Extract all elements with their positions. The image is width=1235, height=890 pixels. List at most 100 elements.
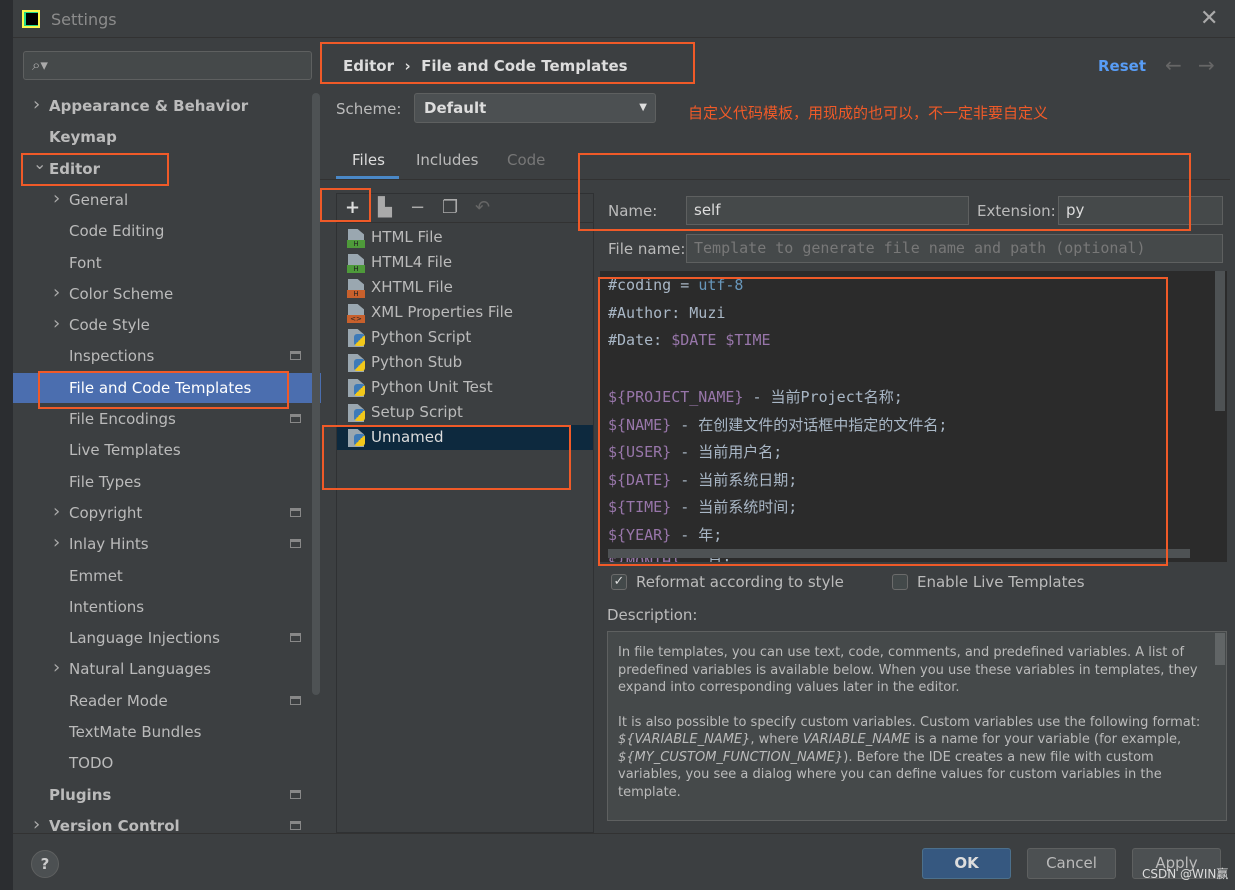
template-list-item[interactable]: Python Unit Test (337, 375, 593, 400)
sidebar-item-label: Emmet (69, 566, 123, 585)
chevron-right-icon[interactable]: › (33, 90, 40, 120)
template-list-item[interactable]: <> XML Properties File (337, 300, 593, 325)
live-templates-checkbox[interactable] (892, 574, 908, 590)
sidebar-item-label: Code Editing (69, 222, 165, 241)
template-list-item[interactable]: Unnamed (337, 425, 593, 450)
live-templates-label: Enable Live Templates (917, 573, 1085, 591)
copy-icon[interactable]: ❐ (442, 197, 458, 218)
sidebar-item-label: Color Scheme (69, 284, 174, 303)
description-scrollbar[interactable] (1215, 633, 1225, 665)
chevron-right-icon[interactable]: › (53, 309, 60, 339)
back-arrow-icon[interactable]: ← (1165, 53, 1182, 77)
divider (320, 179, 1230, 180)
forward-arrow-icon[interactable]: → (1198, 53, 1215, 77)
sidebar-item[interactable]: ⌄ Editor (13, 154, 321, 184)
extension-input[interactable]: py (1058, 196, 1223, 225)
chevron-right-icon[interactable]: › (53, 653, 60, 683)
sidebar-item[interactable]: File and Code Templates (13, 372, 321, 403)
ok-button[interactable]: OK (922, 848, 1011, 879)
sidebar-item[interactable]: › General (13, 185, 321, 215)
sidebar-item[interactable]: Plugins (13, 780, 321, 810)
code-token: ${NAME} (608, 415, 672, 434)
sidebar-item[interactable]: Keymap (13, 122, 321, 152)
pycharm-logo (22, 10, 40, 28)
breadcrumb-editor[interactable]: Editor (343, 57, 394, 75)
sidebar-item[interactable]: TextMate Bundles (13, 717, 321, 747)
sidebar-item[interactable]: › Color Scheme (13, 279, 321, 309)
template-label: Python Unit Test (371, 378, 493, 396)
template-list-item[interactable]: H HTML4 File (337, 250, 593, 275)
file-type-badge: <> (347, 315, 365, 323)
reformat-checkbox[interactable]: ✓ (611, 574, 627, 590)
chevron-right-icon[interactable]: › (53, 528, 60, 558)
sidebar-item-label: General (69, 190, 129, 209)
sidebar-item[interactable]: Emmet (13, 561, 321, 591)
template-list-item[interactable]: H HTML File (337, 225, 593, 250)
sidebar-item[interactable]: Live Templates (13, 435, 321, 465)
add-icon[interactable]: + (345, 197, 360, 218)
code-token: #coding = (608, 276, 699, 294)
sidebar-item-label: Copyright (69, 503, 143, 522)
chevron-down-icon[interactable]: ⌄ (33, 149, 46, 179)
sidebar-scrollbar[interactable] (312, 93, 320, 695)
help-button[interactable]: ? (31, 850, 59, 878)
code-line: ${PROJECT_NAME} - 当前Project名称; (608, 386, 903, 407)
sidebar-item-label: Language Injections (69, 629, 220, 648)
chevron-right-icon[interactable]: › (53, 278, 60, 308)
file-name-input[interactable]: Template to generate file name and path … (686, 234, 1223, 263)
search-icon: ⌕▾ (32, 56, 48, 74)
annotation-note: 自定义代码模板，用现成的也可以，不一定非要自定义 (688, 104, 1049, 122)
sidebar-item-label: Appearance & Behavior (49, 97, 249, 115)
sidebar-item[interactable]: › Copyright (13, 498, 321, 528)
sidebar-item[interactable]: Font (13, 248, 321, 278)
chevron-right-icon[interactable]: › (33, 810, 40, 840)
sidebar-item[interactable]: Code Editing (13, 216, 321, 246)
tab-files[interactable]: Files (352, 151, 385, 169)
code-token: ${YEAR} (608, 525, 672, 544)
tab-code[interactable]: Code (507, 151, 545, 169)
check-icon: ✓ (613, 574, 625, 589)
code-token: - 当前系统日期; (671, 470, 798, 489)
template-list-item[interactable]: Setup Script (337, 400, 593, 425)
add-child-icon[interactable]: ▙ (378, 197, 392, 218)
reformat-label: Reformat according to style (636, 573, 844, 591)
editor-horizontal-scrollbar[interactable] (608, 549, 1190, 558)
sidebar-item[interactable]: › Appearance & Behavior (13, 91, 321, 121)
sidebar-item-label: Editor (49, 159, 100, 178)
project-settings-icon (290, 695, 301, 705)
tab-includes[interactable]: Includes (416, 151, 478, 169)
editor-vertical-scrollbar[interactable] (1215, 271, 1225, 411)
sidebar-item[interactable]: File Types (13, 467, 321, 497)
sidebar-item[interactable]: › Version Control (13, 811, 321, 841)
scheme-dropdown[interactable]: Default ▼ (414, 93, 656, 123)
python-icon (354, 409, 365, 421)
project-settings-icon (290, 351, 301, 361)
settings-search-input[interactable]: ⌕▾ (23, 51, 312, 80)
sidebar-item[interactable]: File Encodings (13, 404, 321, 434)
sidebar-item[interactable]: › Natural Languages (13, 654, 321, 684)
template-list-item[interactable]: Python Script (337, 325, 593, 350)
sidebar-item-label: Inspections (69, 347, 155, 366)
remove-icon[interactable]: − (410, 197, 425, 218)
name-input[interactable]: self (686, 196, 969, 225)
sidebar-item[interactable]: Inspections (13, 341, 321, 371)
cancel-button[interactable]: Cancel (1027, 848, 1116, 879)
sidebar-item[interactable]: › Code Style (13, 310, 321, 340)
chevron-right-icon[interactable]: › (53, 497, 60, 527)
code-line: #Author: Muzi (608, 304, 725, 322)
sidebar-item[interactable]: Intentions (13, 592, 321, 622)
template-list-item[interactable]: H XHTML File (337, 275, 593, 300)
project-settings-icon (290, 414, 301, 423)
template-code-editor[interactable]: #coding = utf-8 #Author: Muzi #Date: $DATE… (600, 271, 1227, 562)
reset-button[interactable]: Reset (1098, 57, 1146, 75)
template-list-item[interactable]: Python Stub (337, 350, 593, 375)
code-line: ${TIME} - 当前系统时间; (608, 496, 797, 517)
template-label: XHTML File (371, 278, 453, 296)
chevron-right-icon[interactable]: › (53, 184, 60, 214)
close-icon[interactable]: ✕ (1200, 6, 1218, 31)
undo-icon[interactable]: ↶ (475, 197, 490, 218)
sidebar-item[interactable]: Reader Mode (13, 686, 321, 716)
sidebar-item[interactable]: Language Injections (13, 623, 321, 653)
sidebar-item[interactable]: TODO (13, 748, 321, 778)
sidebar-item[interactable]: › Inlay Hints (13, 529, 321, 559)
